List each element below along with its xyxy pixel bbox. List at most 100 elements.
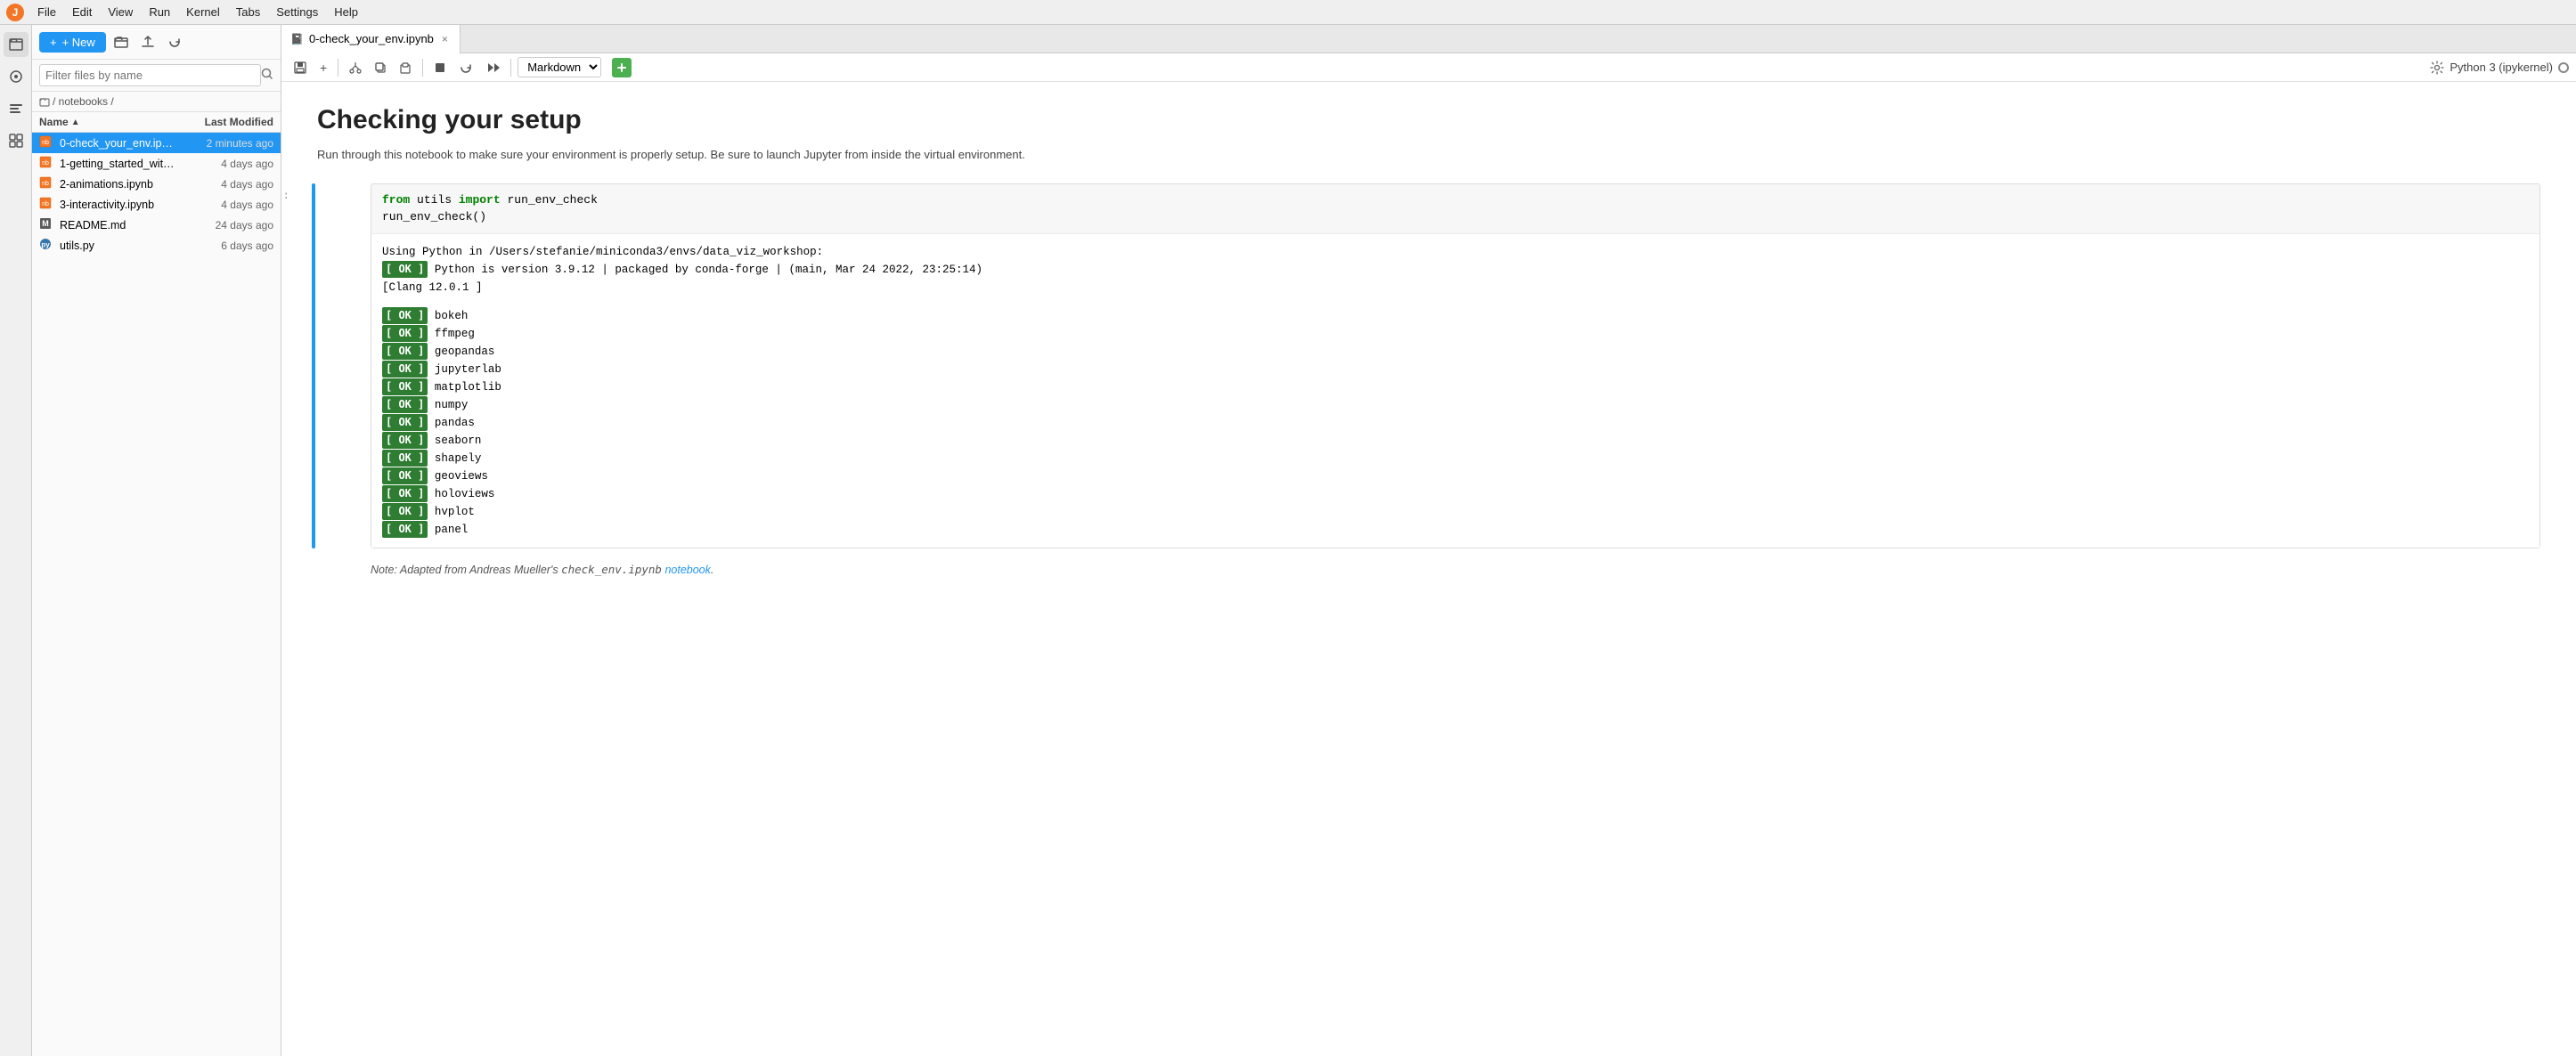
column-name-label: Name [39, 116, 69, 128]
file-icon: nb [39, 176, 55, 191]
menu-file[interactable]: File [30, 4, 63, 20]
tab-close-button[interactable]: × [439, 32, 451, 46]
restart-button[interactable] [454, 58, 477, 77]
main-layout: + + New [0, 25, 2576, 1056]
code-input[interactable]: from utils import run_env_check run_env_… [371, 184, 2539, 233]
markdown-cell: Checking your setup Run through this not… [317, 100, 2540, 169]
file-icon: M [39, 217, 55, 232]
menu-settings[interactable]: Settings [269, 4, 325, 20]
notebook-content: Checking your setup Run through this not… [281, 82, 2576, 1056]
sidebar-files-icon[interactable] [4, 32, 29, 57]
cut-button[interactable] [345, 59, 366, 77]
file-modified: 6 days ago [175, 240, 273, 252]
function-name: run_env_check [507, 193, 597, 207]
stop-button[interactable] [429, 59, 451, 77]
output-package-line: [ OK ] jupyterlab [382, 361, 2529, 378]
file-modified: 4 days ago [175, 178, 273, 191]
ok-badge: [ OK ] [382, 361, 428, 378]
file-row[interactable]: py utils.py6 days ago [32, 235, 281, 256]
open-folder-button[interactable] [110, 30, 133, 53]
copy-button[interactable] [370, 59, 391, 77]
menu-tabs[interactable]: Tabs [229, 4, 267, 20]
file-modified: 2 minutes ago [175, 137, 273, 150]
svg-text:nb: nb [42, 160, 49, 167]
file-modified: 4 days ago [175, 199, 273, 211]
ok-badge: [ OK ] [382, 396, 428, 413]
file-name: 3-interactivity.ipynb [60, 199, 175, 211]
file-list-header: Name ▲ Last Modified [32, 112, 281, 133]
add-cell-button[interactable]: + [315, 58, 331, 77]
code-cell[interactable]: from utils import run_env_check run_env_… [371, 183, 2540, 548]
note-code: check_env.ipynb [561, 563, 662, 576]
app-logo: J [5, 3, 25, 22]
file-row[interactable]: nb1-getting_started_with...4 days ago [32, 153, 281, 174]
file-panel-toolbar: + + New [32, 25, 281, 60]
menu-edit[interactable]: Edit [65, 4, 99, 20]
output-package-line: [ OK ] ffmpeg [382, 325, 2529, 343]
file-name: utils.py [60, 240, 175, 252]
sidebar-extension-icon[interactable] [4, 128, 29, 153]
file-icon: nb [39, 135, 55, 150]
notebook-link[interactable]: notebook [664, 564, 710, 576]
new-button[interactable]: + + New [39, 32, 106, 53]
file-row[interactable]: nb0-check_your_env.ipynb2 minutes ago [32, 133, 281, 153]
tab-icon: 📓 [290, 33, 304, 45]
output-package-line: [ OK ] bokeh [382, 307, 2529, 325]
file-browser-panel: + + New [32, 25, 281, 1056]
svg-text:py: py [41, 241, 50, 249]
icon-sidebar [0, 25, 32, 1056]
paste-button[interactable] [395, 59, 416, 77]
output-packages: [ OK ] bokeh[ OK ] ffmpeg[ OK ] geopanda… [382, 307, 2529, 539]
sidebar-commands-icon[interactable] [4, 96, 29, 121]
save-button[interactable] [289, 58, 312, 77]
search-input[interactable] [39, 64, 261, 86]
cell-type-select[interactable]: Code Markdown Raw [518, 57, 601, 77]
menu-kernel[interactable]: Kernel [179, 4, 227, 20]
upload-button[interactable] [136, 30, 159, 53]
output-package-line: [ OK ] panel [382, 521, 2529, 539]
output-line-2: [ OK ] Python is version 3.9.12 | packag… [382, 261, 2529, 279]
output-package-line: [ OK ] holoviews [382, 485, 2529, 503]
note-text: Note: Adapted from Andreas Mueller's che… [371, 563, 2540, 576]
notebook-tab[interactable]: 📓 0-check_your_env.ipynb × [281, 25, 461, 53]
sort-by-name[interactable]: Name ▲ [39, 116, 175, 128]
ok-badge: [ OK ] [382, 503, 428, 520]
keyword-import: import [459, 193, 501, 207]
search-submit-button[interactable] [261, 68, 273, 83]
file-row[interactable]: MREADME.md24 days ago [32, 215, 281, 235]
module-name: utils [417, 193, 459, 207]
output-package-line: [ OK ] numpy [382, 396, 2529, 414]
ok-badge: [ OK ] [382, 261, 428, 278]
file-modified: 4 days ago [175, 158, 273, 170]
kernel-name-label: Python 3 (ipykernel) [2450, 61, 2553, 74]
output-line-2-text: Python is version 3.9.12 | packaged by c… [435, 264, 982, 276]
ok-badge: [ OK ] [382, 325, 428, 342]
note-container: Note: Adapted from Andreas Mueller's che… [317, 563, 2540, 576]
breadcrumb-text: / notebooks / [53, 95, 114, 108]
output-package-line: [ OK ] pandas [382, 414, 2529, 432]
ok-badge: [ OK ] [382, 343, 428, 360]
note-post-text: . [711, 564, 713, 576]
notebook-area: 📓 0-check_your_env.ipynb × + [281, 25, 2576, 1056]
menu-run[interactable]: Run [142, 4, 177, 20]
code-output: Using Python in /Users/stefanie/minicond… [371, 233, 2539, 548]
output-package-line: [ OK ] geoviews [382, 467, 2529, 485]
refresh-button[interactable] [163, 30, 186, 53]
ok-badge: [ OK ] [382, 467, 428, 484]
file-icon: nb [39, 156, 55, 171]
sidebar-running-icon[interactable] [4, 64, 29, 89]
notebook-title: Checking your setup [317, 105, 2540, 135]
keyword-from: from [382, 193, 410, 207]
breadcrumb: / notebooks / [32, 92, 281, 112]
run-all-button[interactable] [481, 58, 504, 77]
file-rows-container: nb0-check_your_env.ipynb2 minutes agonb1… [32, 133, 281, 256]
notebook-description: Run through this notebook to make sure y… [317, 146, 2540, 164]
column-modified-label: Last Modified [175, 116, 273, 128]
svg-text:nb: nb [42, 201, 49, 207]
menu-help[interactable]: Help [327, 4, 365, 20]
file-row[interactable]: nb2-animations.ipynb4 days ago [32, 174, 281, 194]
file-row[interactable]: nb 3-interactivity.ipynb4 days ago [32, 194, 281, 215]
search-box [32, 60, 281, 92]
menu-view[interactable]: View [101, 4, 140, 20]
tab-label: 0-check_your_env.ipynb [309, 32, 434, 45]
